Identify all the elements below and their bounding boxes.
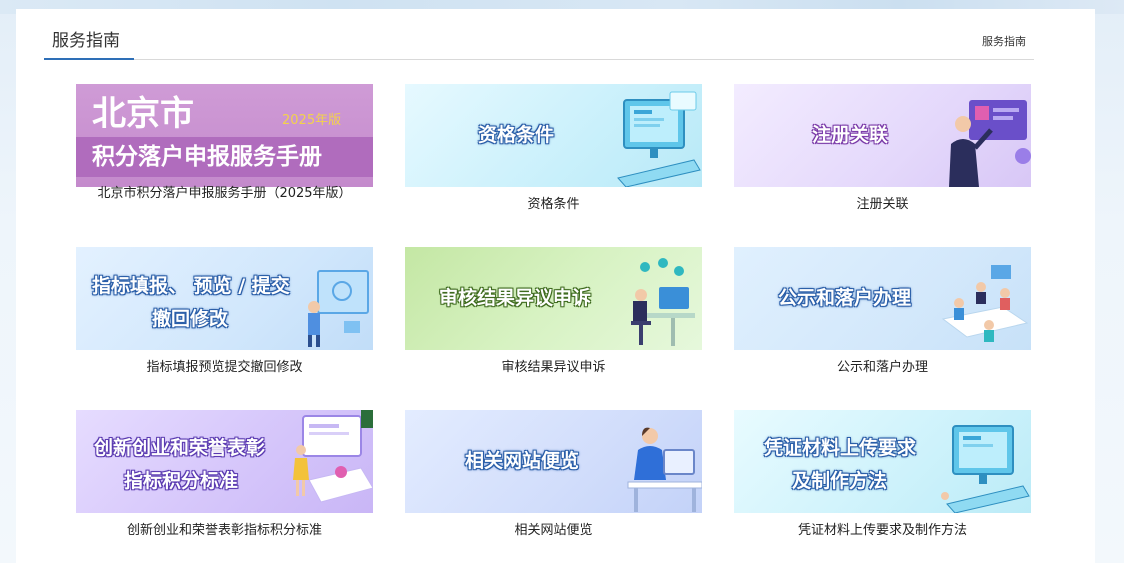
card-banner[interactable]: 北京市 2025年版 积分落户申报服务手册: [76, 84, 373, 187]
card-banner[interactable]: 创新创业和荣誉表彰 指标积分标准: [76, 410, 373, 513]
board-illustration-icon: [308, 270, 369, 347]
card-label[interactable]: 相关网站便览: [405, 522, 702, 540]
title-underline: [44, 58, 134, 60]
card-label[interactable]: 创新创业和荣誉表彰指标积分标准: [76, 522, 373, 540]
banner-text-line2: 撤回修改: [152, 308, 229, 330]
banner-text: 公示和落户办理: [778, 287, 912, 309]
card-label[interactable]: 北京市积分落户申报服务手册（2025年版）: [76, 185, 373, 203]
computer-illustration-icon: [941, 425, 1030, 513]
laptop-worker-illustration-icon: [627, 427, 702, 512]
banner-subtitle: 积分落户申报服务手册: [92, 144, 322, 170]
card-banner[interactable]: 注册关联: [734, 84, 1031, 187]
page-title: 服务指南: [52, 31, 120, 51]
card-label[interactable]: 公示和落户办理: [734, 359, 1031, 377]
banner-text-line1: 创新创业和荣誉表彰: [94, 437, 266, 459]
section-header: 服务指南 服务指南: [44, 24, 1034, 60]
banner-title: 北京市: [92, 94, 194, 134]
banner-year: 2025年版: [282, 113, 342, 128]
banner-text: 审核结果异议申诉: [439, 287, 592, 309]
card-document-upload[interactable]: 凭证材料上传要求 及制作方法 凭证材料上传要求及制作方法: [734, 410, 1031, 540]
card-banner[interactable]: 资格条件: [405, 84, 702, 187]
card-label[interactable]: 审核结果异议申诉: [405, 359, 702, 377]
card-related-websites[interactable]: 相关网站便览 相关网站便览: [405, 410, 702, 540]
banner-text: 注册关联: [812, 124, 889, 146]
card-label[interactable]: 注册关联: [734, 196, 1031, 214]
card-banner[interactable]: 凭证材料上传要求 及制作方法: [734, 410, 1031, 513]
card-banner[interactable]: 审核结果异议申诉: [405, 247, 702, 350]
breadcrumb[interactable]: 服务指南: [982, 33, 1026, 49]
card-appeal[interactable]: 审核结果异议申诉 审核结果异议申诉: [405, 247, 702, 377]
card-label[interactable]: 指标填报预览提交撤回修改: [76, 359, 373, 377]
card-registration[interactable]: 注册关联 注册关联: [734, 84, 1031, 214]
banner-text-line2: 指标积分标准: [124, 470, 239, 492]
card-label[interactable]: 资格条件: [405, 196, 702, 214]
presenter-illustration-icon: [949, 100, 1031, 187]
card-publicity[interactable]: 公示和落户办理 公示和落户办理: [734, 247, 1031, 377]
computer-illustration-icon: [617, 91, 701, 187]
desk-worker-illustration-icon: [631, 258, 695, 346]
card-service-manual[interactable]: 北京市 2025年版 积分落户申报服务手册 北京市积分落户申报服务手册（2025…: [76, 84, 373, 201]
banner-text-line2: 及制作方法: [792, 470, 888, 492]
card-indicator-filling[interactable]: 指标填报、 预览 / 提交 撤回修改 指标填报预览提交撤回修改: [76, 247, 373, 377]
document-illustration-icon: [293, 410, 373, 503]
banner-text-line1: 凭证材料上传要求: [764, 437, 917, 459]
card-label[interactable]: 凭证材料上传要求及制作方法: [734, 522, 1031, 540]
card-banner[interactable]: 公示和落户办理: [734, 247, 1031, 350]
banner-text: 相关网站便览: [465, 450, 580, 472]
card-banner[interactable]: 指标填报、 预览 / 提交 撤回修改: [76, 247, 373, 350]
meeting-illustration-icon: [941, 265, 1029, 342]
card-eligibility[interactable]: 资格条件 资格条件: [405, 84, 702, 214]
banner-text-line1: 指标填报、 预览 / 提交: [92, 275, 290, 297]
card-innovation-honors[interactable]: 创新创业和荣誉表彰 指标积分标准 创新创业和荣誉表彰指标积分标准: [76, 410, 373, 540]
banner-text: 资格条件: [478, 124, 555, 146]
card-banner[interactable]: 相关网站便览: [405, 410, 702, 513]
